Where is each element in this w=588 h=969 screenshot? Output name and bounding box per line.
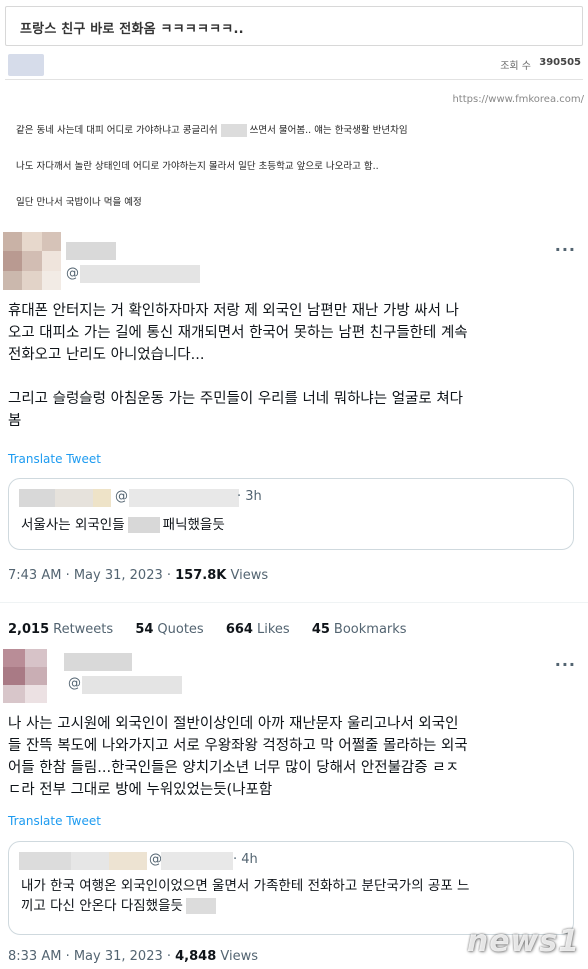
bookmarks-stat[interactable]: 45 Bookmarks [312, 622, 407, 637]
avatar[interactable] [3, 232, 61, 290]
handle-blurred[interactable] [82, 676, 182, 694]
blurred-word [127, 517, 160, 533]
news1-watermark-logo: news1 [466, 924, 580, 959]
quoted-tweet[interactable]: @ · 3h 서울사는 외국인들 패닉했을듯 [8, 478, 574, 550]
quote-handle-blurred [161, 852, 233, 870]
quotes-stat[interactable]: 54 Quotes [135, 622, 203, 637]
tweet-text: 휴대폰 안터지는 거 확인하자마자 저랑 제 외국인 남편만 재난 가방 싸서 … [8, 303, 468, 429]
tweet-timestamp[interactable]: 7:43 AM · May 31, 2023 · 157.8K Views [8, 568, 268, 583]
display-name-blurred[interactable] [66, 242, 116, 260]
quote-text: 서울사는 외국인들 패닉했을듯 [21, 515, 225, 535]
display-name-blurred[interactable] [64, 653, 132, 671]
tweet-stats: 2,015 Retweets 54 Quotes 664 Likes 45 Bookma… [8, 622, 425, 637]
quote-text-part: 서울사는 외국인들 [21, 517, 125, 533]
source-url[interactable]: https://www.fmkorea.com/ [452, 94, 584, 105]
post-meta: 조회 수 390505 [5, 52, 583, 80]
likes-stat[interactable]: 664 Likes [226, 622, 290, 637]
quote-text-line: 끼고 다신 안온다 다짐했을듯 [21, 896, 219, 916]
timestamp-text: 8:33 AM · May 31, 2023 · [8, 949, 176, 964]
views-count: 390505 [539, 57, 581, 68]
post-title[interactable]: 프랑스 친구 바로 전화옴 ㅋㅋㅋㅋㅋㅋ.. [20, 18, 244, 37]
views-number: 4,848 [175, 949, 217, 964]
quote-name-blurred [71, 852, 109, 870]
quote-handle-prefix: @ [115, 489, 128, 504]
post-title-box: 프랑스 친구 바로 전화옴 ㅋㅋㅋㅋㅋㅋ.. [5, 6, 583, 46]
translate-tweet-link[interactable]: Translate Tweet [8, 814, 101, 828]
views-label: Views [226, 568, 269, 583]
tweet-card: @ ··· 나 사는 고시원에 외국인이 절반이상인데 아까 재난문자 울리고나… [0, 645, 588, 969]
more-horizontal-icon[interactable]: ··· [555, 655, 576, 674]
views-label: Views [216, 949, 259, 964]
quote-timestamp: · 4h [233, 852, 258, 867]
quote-name-blurred [109, 852, 147, 870]
body-line: 일단 만나서 국밥이나 먹을 예정 [16, 197, 142, 208]
more-horizontal-icon[interactable]: ··· [555, 240, 576, 259]
tweet-timestamp[interactable]: 8:33 AM · May 31, 2023 · 4,848 Views [8, 949, 258, 964]
blurred-word [185, 898, 216, 914]
post-body: https://www.fmkorea.com/ 같은 동네 사는데 대피 어디… [0, 88, 588, 220]
body-line: 같은 동네 사는데 대피 어디로 가야하냐고 콩글리쉬 쓰면서 물어봄.. 얘는 … [16, 122, 408, 137]
body-text: 같은 동네 사는데 대피 어디로 가야하냐고 콩글리쉬 [16, 125, 218, 136]
quote-avatar-blurred [19, 852, 71, 870]
views-label: 조회 수 [500, 61, 531, 72]
tweet-card: @ ··· 휴대폰 안터지는 거 확인하자마자 저랑 제 외국인 남편만 재난 … [0, 222, 588, 645]
translate-tweet-link[interactable]: Translate Tweet [8, 452, 101, 466]
quote-name-blurred [55, 489, 93, 507]
quote-name-blurred [93, 489, 111, 507]
author-blurred [8, 54, 44, 76]
quote-text-line: 내가 한국 여행온 외국인이었으면 울면서 가족한테 전화하고 분단국가의 공포… [21, 878, 470, 894]
avatar[interactable] [3, 649, 47, 703]
blurred-word [220, 124, 247, 137]
quote-handle-blurred [129, 489, 239, 507]
quote-text-part: 끼고 다신 안온다 다짐했을듯 [21, 898, 183, 914]
quote-avatar-blurred [19, 489, 55, 507]
post-header: 프랑스 친구 바로 전화옴 ㅋㅋㅋㅋㅋㅋ.. 조회 수 390505 [0, 0, 588, 90]
views-number: 157.8K [175, 568, 227, 583]
handle-prefix: @ [68, 676, 81, 691]
quote-text-part: 패닉했을듯 [162, 517, 225, 533]
body-line: 나도 자다깨서 놀란 상태인데 어디로 가야하는지 몰라서 일단 초등학교 앞으… [16, 161, 379, 172]
retweets-stat[interactable]: 2,015 Retweets [8, 622, 113, 637]
quoted-tweet[interactable]: @ · 4h 내가 한국 여행온 외국인이었으면 울면서 가족한테 전화하고 분… [8, 841, 574, 935]
timestamp-text: 7:43 AM · May 31, 2023 · [8, 568, 176, 583]
handle-prefix: @ [66, 266, 79, 281]
tweet-text: 나 사는 고시원에 외국인이 절반이상인데 아까 재난문자 울리고나서 외국인 … [8, 716, 468, 798]
body-text: 쓰면서 물어봄.. 얘는 한국생활 반년차임 [249, 125, 408, 136]
quote-timestamp: · 3h [237, 489, 262, 504]
divider [0, 602, 588, 603]
handle-blurred[interactable] [80, 265, 200, 283]
